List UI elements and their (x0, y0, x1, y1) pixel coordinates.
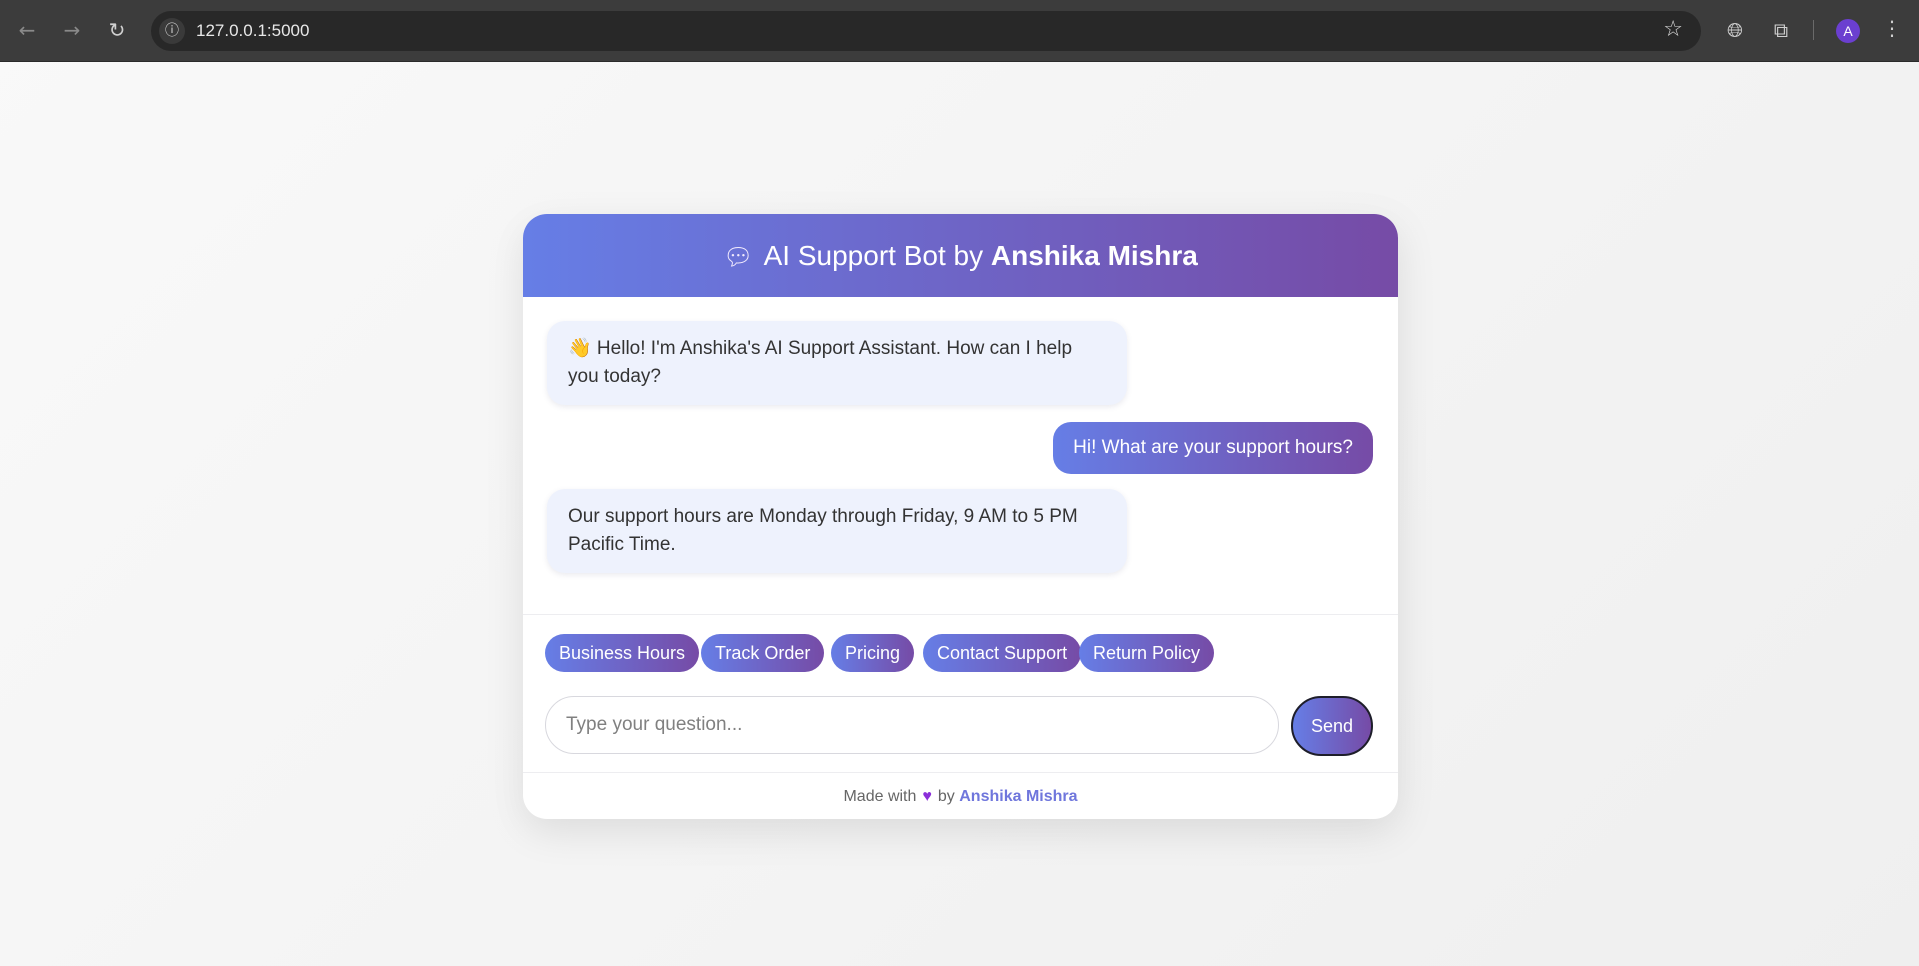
browser-toolbar: ← → ↻ ⓘ 127.0.0.1:5000 ☆ 🌐︎ ⧉ A ⋮ (0, 0, 1919, 62)
header-title-prefix: AI Support Bot by (763, 240, 984, 271)
quick-reply-return-policy[interactable]: Return Policy (1079, 634, 1215, 672)
url-text[interactable]: 127.0.0.1:5000 (196, 21, 309, 41)
question-input[interactable] (545, 696, 1279, 754)
toolbar-separator (1813, 20, 1814, 40)
footer-made-with: Made with (843, 788, 917, 805)
browser-menu-icon[interactable]: ⋮ (1882, 16, 1902, 40)
header-title-name: Anshika Mishra (990, 240, 1198, 271)
message-list: 👋 Hello! I'm Anshika's AI Support Assist… (523, 297, 1398, 627)
quick-reply-track-order[interactable]: Track Order (701, 634, 825, 672)
quick-reply-business-hours[interactable]: Business Hours (545, 634, 700, 672)
user-message: Hi! What are your support hours? (1053, 422, 1373, 474)
speech-bubble-icon: 💬︎ (723, 244, 754, 271)
heart-icon: ♥ (922, 788, 932, 805)
chat-header: 💬︎ AI Support Bot by Anshika Mishra (523, 214, 1398, 297)
extensions-puzzle-icon[interactable]: ⧉ (1768, 17, 1794, 43)
address-bar[interactable]: ⓘ 127.0.0.1:5000 ☆ (151, 11, 1701, 51)
bot-message: Our support hours are Monday through Fri… (547, 489, 1127, 573)
back-icon[interactable]: ← (14, 17, 40, 43)
bookmark-star-icon[interactable]: ☆ (1663, 17, 1683, 42)
reload-icon[interactable]: ↻ (104, 17, 130, 43)
site-info-icon[interactable]: ⓘ (159, 18, 185, 44)
footer-author-link[interactable]: Anshika Mishra (959, 788, 1077, 805)
translate-globe-icon[interactable]: 🌐︎ (1722, 17, 1748, 43)
forward-icon[interactable]: → (59, 17, 85, 43)
messages-divider (523, 614, 1398, 615)
tab-strip (0, 0, 1919, 9)
quick-reply-contact-support[interactable]: Contact Support (923, 634, 1082, 672)
quick-reply-pricing[interactable]: Pricing (831, 634, 915, 672)
footer-by: by (937, 788, 955, 805)
bot-message: 👋 Hello! I'm Anshika's AI Support Assist… (547, 321, 1127, 405)
send-button[interactable]: Send (1291, 696, 1373, 756)
chat-widget: 💬︎ AI Support Bot by Anshika Mishra 👋 Hel… (523, 214, 1398, 819)
chat-footer: Made with ♥ by Anshika Mishra (523, 772, 1398, 819)
profile-avatar[interactable]: A (1836, 19, 1860, 43)
